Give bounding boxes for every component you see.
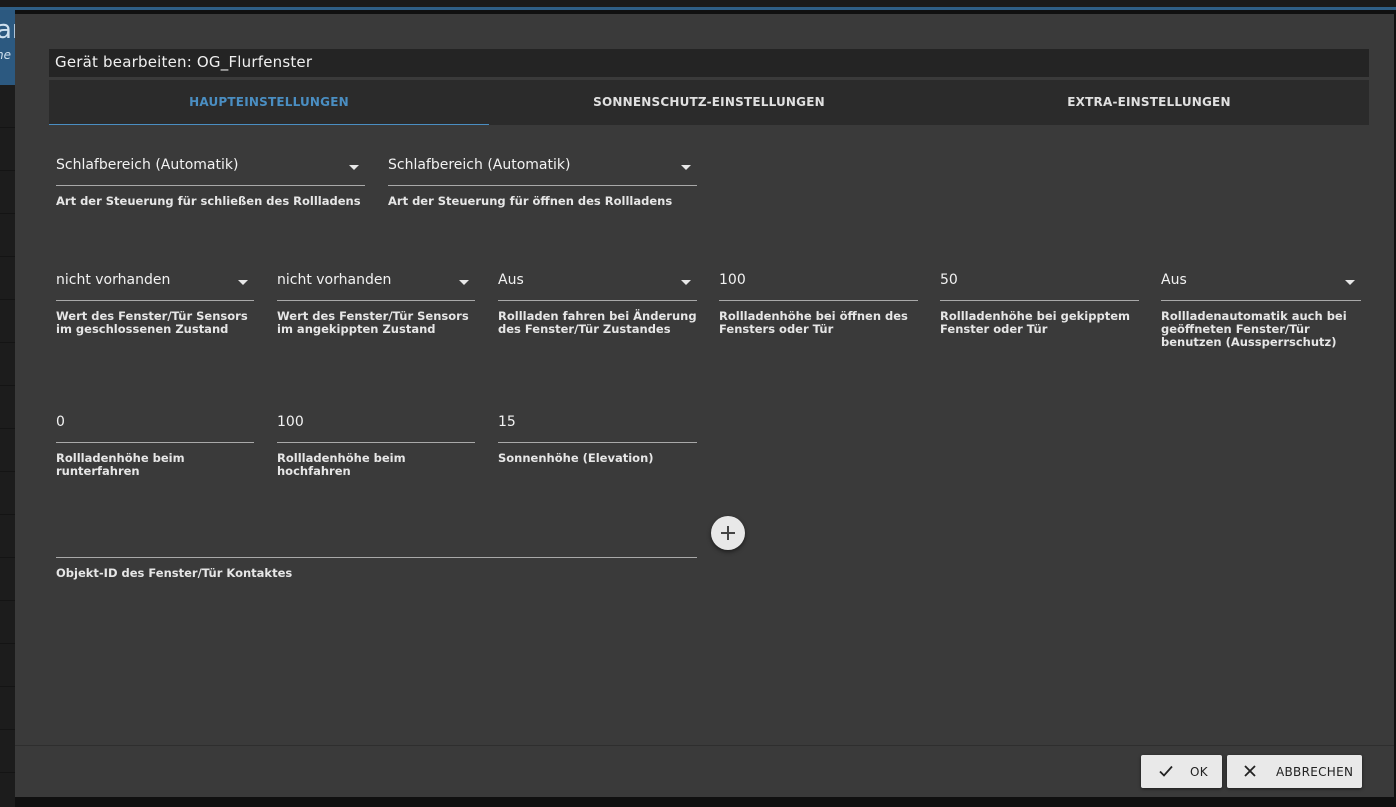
- height-open-value: 100: [719, 272, 746, 288]
- lockout-protection-value-box[interactable]: Aus: [1161, 264, 1361, 301]
- contact-object-id-label: Objekt-ID des Fenster/Tür Kontaktes: [56, 566, 293, 580]
- sun-elevation-value-box[interactable]: 15: [498, 406, 697, 443]
- move-on-change-value: Aus: [498, 272, 524, 288]
- close-icon: [1244, 765, 1256, 777]
- lockout-protection-value: Aus: [1161, 272, 1187, 288]
- sensor-tilted-label: Wert des Fenster/Tür Sensors im angekipp…: [277, 309, 469, 336]
- plus-icon-vertical: [727, 526, 729, 540]
- tab-main-settings[interactable]: HAUPTEINSTELLUNGEN: [49, 80, 489, 125]
- move-on-change-select[interactable]: Aus Rollladen fahren bei Änderung des Fe…: [498, 264, 697, 336]
- tab-sun-protection-settings[interactable]: SONNENSCHUTZ-EINSTELLUNGEN: [489, 80, 929, 125]
- height-open-input[interactable]: 100 Rollladenhöhe bei öffnen des Fenster…: [719, 264, 918, 336]
- open-control-select[interactable]: Schlafbereich (Automatik) Art der Steuer…: [388, 149, 697, 208]
- height-tilted-input[interactable]: 50 Rollladenhöhe bei gekipptem Fenster o…: [940, 264, 1139, 336]
- close-control-value-box[interactable]: Schlafbereich (Automatik): [56, 149, 365, 186]
- sun-elevation-label: Sonnenhöhe (Elevation): [498, 451, 654, 465]
- height-up-value-box[interactable]: 100: [277, 406, 475, 443]
- contact-object-id-value-box[interactable]: [56, 521, 697, 558]
- dropdown-arrow-icon[interactable]: [349, 165, 359, 170]
- dropdown-arrow-icon[interactable]: [681, 165, 691, 170]
- dropdown-arrow-icon[interactable]: [1345, 280, 1355, 285]
- height-tilted-label: Rollladenhöhe bei gekipptem Fenster oder…: [940, 309, 1130, 336]
- dialog-title-bar: Gerät bearbeiten: OG_Flurfenster: [49, 49, 1369, 77]
- background-header-text: ar: [0, 15, 15, 45]
- dropdown-arrow-icon[interactable]: [681, 280, 691, 285]
- edit-device-dialog: Gerät bearbeiten: OG_Flurfenster HAUPTEI…: [15, 14, 1394, 797]
- sensor-closed-select[interactable]: nicht vorhanden Wert des Fenster/Tür Sen…: [56, 264, 254, 336]
- footer-divider: [15, 745, 1394, 746]
- tab-bar: HAUPTEINSTELLUNGEN SONNENSCHUTZ-EINSTELL…: [49, 80, 1369, 125]
- contact-object-id-input[interactable]: Objekt-ID des Fenster/Tür Kontaktes: [56, 521, 697, 580]
- sensor-closed-value: nicht vorhanden: [56, 272, 171, 288]
- open-control-value-box[interactable]: Schlafbereich (Automatik): [388, 149, 697, 186]
- height-up-value: 100: [277, 414, 304, 430]
- height-up-input[interactable]: 100 Rollladenhöhe beim hochfahren: [277, 406, 475, 478]
- cancel-button[interactable]: ABBRECHEN: [1227, 755, 1362, 788]
- dropdown-arrow-icon[interactable]: [238, 280, 248, 285]
- ok-label: OK: [1190, 765, 1208, 779]
- sensor-closed-value-box[interactable]: nicht vorhanden: [56, 264, 254, 301]
- background-header: ar ne: [0, 10, 15, 85]
- sun-elevation-value: 15: [498, 414, 516, 430]
- sensor-closed-label: Wert des Fenster/Tür Sensors im geschlos…: [56, 309, 248, 336]
- tab-extra-settings[interactable]: EXTRA-EINSTELLUNGEN: [929, 80, 1369, 125]
- height-tilted-value-box[interactable]: 50: [940, 264, 1139, 301]
- height-down-value: 0: [56, 414, 65, 430]
- height-tilted-value: 50: [940, 272, 958, 288]
- dialog-title: Gerät bearbeiten: OG_Flurfenster: [55, 53, 313, 71]
- background-header-subtext: ne: [0, 48, 11, 62]
- ok-button[interactable]: OK: [1141, 755, 1222, 788]
- close-control-label: Art der Steuerung für schließen des Roll…: [56, 194, 361, 208]
- height-up-label: Rollladenhöhe beim hochfahren: [277, 451, 406, 478]
- height-down-input[interactable]: 0 Rollladenhöhe beim runterfahren: [56, 406, 254, 478]
- lockout-protection-select[interactable]: Aus Rollladenautomatik auch bei geöffnet…: [1161, 264, 1361, 349]
- background-list: [0, 85, 15, 807]
- height-open-value-box[interactable]: 100: [719, 264, 918, 301]
- close-control-select[interactable]: Schlafbereich (Automatik) Art der Steuer…: [56, 149, 365, 208]
- open-control-value: Schlafbereich (Automatik): [388, 157, 571, 173]
- sun-elevation-input[interactable]: 15 Sonnenhöhe (Elevation): [498, 406, 697, 465]
- close-control-value: Schlafbereich (Automatik): [56, 157, 239, 173]
- sensor-tilted-value: nicht vorhanden: [277, 272, 392, 288]
- height-open-label: Rollladenhöhe bei öffnen des Fensters od…: [719, 309, 908, 336]
- height-down-value-box[interactable]: 0: [56, 406, 254, 443]
- move-on-change-value-box[interactable]: Aus: [498, 264, 697, 301]
- open-control-label: Art der Steuerung für öffnen des Rolllad…: [388, 194, 673, 208]
- check-icon: [1159, 765, 1173, 777]
- cancel-label: ABBRECHEN: [1276, 765, 1354, 779]
- sensor-tilted-select[interactable]: nicht vorhanden Wert des Fenster/Tür Sen…: [277, 264, 475, 336]
- background-accent-line: [0, 7, 1396, 10]
- move-on-change-label: Rollladen fahren bei Änderung des Fenste…: [498, 309, 697, 336]
- dropdown-arrow-icon[interactable]: [459, 280, 469, 285]
- background-top-bar: [0, 0, 1396, 7]
- add-object-button[interactable]: [711, 516, 745, 550]
- height-down-label: Rollladenhöhe beim runterfahren: [56, 451, 185, 478]
- lockout-protection-label: Rollladenautomatik auch bei geöffneten F…: [1161, 309, 1347, 349]
- sensor-tilted-value-box[interactable]: nicht vorhanden: [277, 264, 475, 301]
